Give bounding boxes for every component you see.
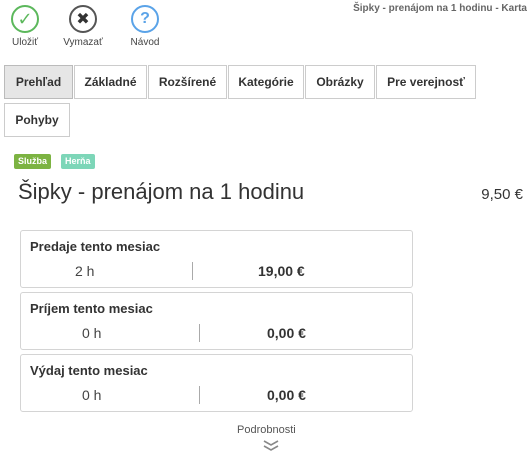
save-button[interactable]: ✓ Uložiť [0,5,50,48]
x-icon: ✖ [69,5,97,33]
item-price: 9,50 € [481,186,523,203]
badge-herna: Herňa [61,154,95,169]
tab-prehlad[interactable]: Prehľad [4,65,73,99]
card-value: 0,00 € [267,325,306,341]
badge-sluzba: Služba [14,154,52,169]
card-title: Príjem tento mesiac [30,301,153,316]
tab-zakladne[interactable]: Základné [74,65,147,99]
card-quantity: 0 h [82,387,102,403]
card-divider [192,262,193,280]
tab-kategorie[interactable]: Kategórie [228,65,304,99]
delete-label: Vymazať [63,37,103,48]
card-value: 0,00 € [267,387,306,403]
tab-obrazky[interactable]: Obrázky [305,65,375,99]
tab-pohyby[interactable]: Pohyby [4,103,70,137]
card-value: 19,00 € [258,263,305,279]
window-title: Šipky - prenájom na 1 hodinu - Karta [353,3,527,14]
double-chevron-down-icon[interactable] [262,439,280,456]
card-quantity: 0 h [82,325,102,341]
toolbar: ✓ Uložiť ✖ Vymazať ? Návod Šipky - prená… [0,0,531,56]
help-button[interactable]: ? Návod [120,5,170,48]
delete-button[interactable]: ✖ Vymazať [58,5,108,48]
tab-rozsirene[interactable]: Rozšírené [148,65,227,99]
card-title: Predaje tento mesiac [30,239,161,254]
question-icon: ? [131,5,159,33]
tab-pre-verejnost[interactable]: Pre verejnosť [376,65,476,99]
check-icon: ✓ [11,5,39,33]
expense-card: Výdaj tento mesiac 0 h 0,00 € [20,354,413,412]
card-quantity: 2 h [75,263,95,279]
card-divider [199,386,200,404]
sales-card: Predaje tento mesiac 2 h 19,00 € [20,230,413,288]
card-title: Výdaj tento mesiac [30,363,148,378]
item-title: Šipky - prenájom na 1 hodinu [18,179,305,204]
help-label: Návod [130,37,160,48]
save-label: Uložiť [12,37,38,48]
card-divider [199,324,200,342]
income-card: Príjem tento mesiac 0 h 0,00 € [20,292,413,350]
details-link[interactable]: Podrobnosti [237,424,296,436]
